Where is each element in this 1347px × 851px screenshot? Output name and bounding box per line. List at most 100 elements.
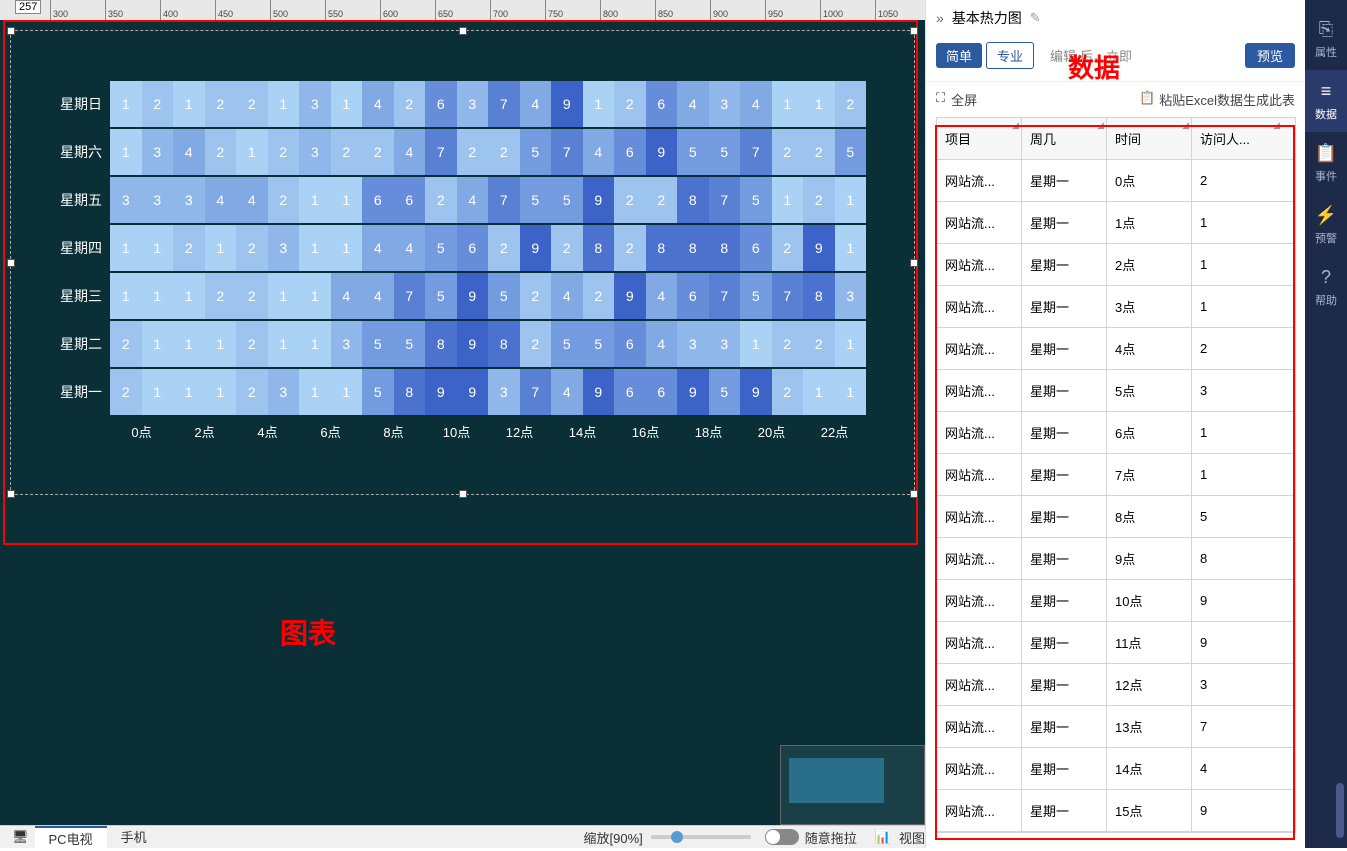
heatmap-cell[interactable]: 1 <box>803 369 835 415</box>
heatmap-cell[interactable]: 2 <box>803 321 835 367</box>
heatmap-cell[interactable]: 9 <box>425 369 457 415</box>
table-cell[interactable]: 网站流... <box>937 328 1022 369</box>
heatmap-cell[interactable]: 9 <box>520 225 552 271</box>
heatmap-cell[interactable]: 4 <box>331 273 363 319</box>
heatmap-cell[interactable]: 6 <box>457 225 489 271</box>
heatmap-cell[interactable]: 3 <box>173 177 205 223</box>
heatmap-cell[interactable]: 2 <box>520 273 552 319</box>
heatmap-cell[interactable]: 1 <box>803 81 835 127</box>
table-cell[interactable]: 星期一 <box>1022 328 1107 369</box>
pencil-icon[interactable]: ✎ <box>1030 10 1041 26</box>
heatmap-cell[interactable]: 5 <box>835 129 867 175</box>
table-cell[interactable]: 网站流... <box>937 202 1022 243</box>
heatmap-cell[interactable]: 5 <box>740 273 772 319</box>
heatmap-cell[interactable]: 2 <box>803 129 835 175</box>
heatmap-cell[interactable]: 1 <box>772 177 804 223</box>
heatmap-cell[interactable]: 1 <box>142 273 174 319</box>
table-cell[interactable]: 13点 <box>1107 706 1192 747</box>
heatmap-cell[interactable]: 7 <box>709 177 741 223</box>
table-cell[interactable]: 7 <box>1192 706 1282 747</box>
heatmap-cell[interactable]: 1 <box>142 369 174 415</box>
heatmap-cell[interactable]: 2 <box>614 225 646 271</box>
heatmap-cell[interactable]: 7 <box>772 273 804 319</box>
device-tab-mobile[interactable]: 手机 <box>107 826 161 849</box>
table-cell[interactable]: 1 <box>1192 244 1282 285</box>
table-cell[interactable]: 5点 <box>1107 370 1192 411</box>
heatmap-cell[interactable]: 1 <box>740 321 772 367</box>
minimap-viewport[interactable] <box>789 758 884 803</box>
heatmap-cell[interactable]: 5 <box>709 369 741 415</box>
table-cell[interactable]: 7点 <box>1107 454 1192 495</box>
heatmap-cell[interactable]: 9 <box>677 369 709 415</box>
tab-pro[interactable]: 专业 <box>986 42 1034 69</box>
heatmap-cell[interactable]: 4 <box>551 369 583 415</box>
heatmap-cell[interactable]: 3 <box>709 81 741 127</box>
resize-handle-tl[interactable] <box>7 27 15 35</box>
heatmap-cell[interactable]: 6 <box>740 225 772 271</box>
heatmap-cell[interactable]: 5 <box>520 177 552 223</box>
heatmap-cell[interactable]: 2 <box>646 177 678 223</box>
table-cell[interactable]: 9点 <box>1107 538 1192 579</box>
table-row[interactable]: 网站流...星期一14点4 <box>937 748 1295 790</box>
filter-icon[interactable]: ◢ <box>1182 120 1189 131</box>
heatmap-cell[interactable]: 7 <box>488 81 520 127</box>
heatmap-cell[interactable]: 2 <box>205 273 237 319</box>
table-cell[interactable]: 网站流... <box>937 748 1022 789</box>
heatmap-cell[interactable]: 8 <box>425 321 457 367</box>
table-cell[interactable]: 网站流... <box>937 664 1022 705</box>
table-cell[interactable]: 4点 <box>1107 328 1192 369</box>
heatmap-cell[interactable]: 1 <box>173 273 205 319</box>
heatmap-cell[interactable]: 9 <box>583 177 615 223</box>
heatmap-cell[interactable]: 7 <box>488 177 520 223</box>
heatmap-cell[interactable]: 4 <box>583 129 615 175</box>
tab-simple[interactable]: 简单 <box>936 43 982 68</box>
table-cell[interactable]: 1 <box>1192 454 1282 495</box>
heatmap-cell[interactable]: 2 <box>236 225 268 271</box>
heatmap-cell[interactable]: 5 <box>740 177 772 223</box>
rail-item-属性[interactable]: ⎘属性 <box>1305 8 1347 70</box>
table-cell[interactable]: 9 <box>1192 622 1282 663</box>
table-cell[interactable]: 星期一 <box>1022 370 1107 411</box>
heatmap-cell[interactable]: 3 <box>142 129 174 175</box>
heatmap-cell[interactable]: 9 <box>457 369 489 415</box>
heatmap-cell[interactable]: 1 <box>142 225 174 271</box>
heatmap-cell[interactable]: 8 <box>709 225 741 271</box>
table-cell[interactable]: 12点 <box>1107 664 1192 705</box>
table-cell[interactable]: 星期一 <box>1022 538 1107 579</box>
heatmap-cell[interactable]: 5 <box>362 369 394 415</box>
heatmap-cell[interactable]: 8 <box>677 177 709 223</box>
resize-handle-tc[interactable] <box>459 27 467 35</box>
heatmap-cell[interactable]: 1 <box>835 321 867 367</box>
paste-icon[interactable]: 📋 <box>1139 90 1155 109</box>
heatmap-cell[interactable]: 1 <box>299 369 331 415</box>
heatmap-cell[interactable]: 5 <box>583 321 615 367</box>
heatmap-cell[interactable]: 6 <box>614 321 646 367</box>
heatmap-cell[interactable]: 1 <box>173 81 205 127</box>
heatmap-cell[interactable]: 2 <box>173 225 205 271</box>
heatmap-cell[interactable]: 2 <box>551 225 583 271</box>
zoom-slider-thumb[interactable] <box>671 831 683 843</box>
heatmap-cell[interactable]: 4 <box>362 273 394 319</box>
table-row[interactable]: 网站流...星期一6点1 <box>937 412 1295 454</box>
heatmap-cell[interactable]: 8 <box>394 369 426 415</box>
data-table[interactable]: 项目◢周几◢时间◢访问人...◢网站流...星期一0点2网站流...星期一1点1… <box>936 117 1296 833</box>
table-cell[interactable]: 星期一 <box>1022 202 1107 243</box>
heatmap-cell[interactable]: 8 <box>803 273 835 319</box>
heatmap-cell[interactable]: 1 <box>236 129 268 175</box>
heatmap-cell[interactable]: 1 <box>331 369 363 415</box>
heatmap-cell[interactable]: 3 <box>677 321 709 367</box>
zoom-slider[interactable] <box>651 835 751 839</box>
heatmap-cell[interactable]: 2 <box>394 81 426 127</box>
table-cell[interactable]: 11点 <box>1107 622 1192 663</box>
resize-handle-br[interactable] <box>910 490 918 498</box>
heatmap-cell[interactable]: 2 <box>772 129 804 175</box>
heatmap-cell[interactable]: 2 <box>142 81 174 127</box>
table-cell[interactable]: 星期一 <box>1022 286 1107 327</box>
heatmap-cell[interactable]: 4 <box>457 177 489 223</box>
heatmap-cell[interactable]: 1 <box>331 177 363 223</box>
heatmap-cell[interactable]: 4 <box>362 81 394 127</box>
drag-toggle[interactable] <box>765 829 799 845</box>
heatmap-cell[interactable]: 6 <box>394 177 426 223</box>
heatmap-cell[interactable]: 1 <box>299 177 331 223</box>
heatmap-cell[interactable]: 1 <box>205 369 237 415</box>
